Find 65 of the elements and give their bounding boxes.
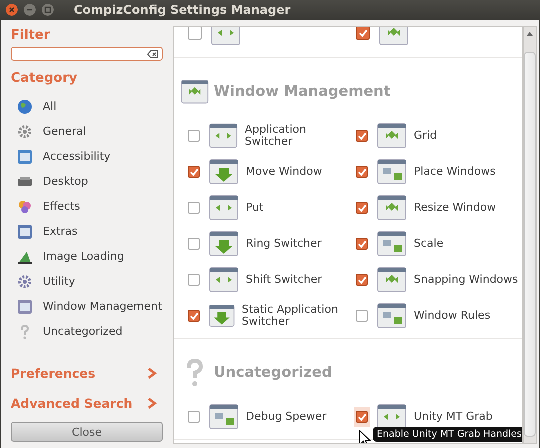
plugin-icon bbox=[378, 27, 410, 48]
close-button[interactable]: Close bbox=[11, 422, 163, 442]
checkbox[interactable] bbox=[356, 27, 370, 40]
chevron-icon bbox=[148, 398, 157, 408]
plugin-name: Resize Window bbox=[414, 202, 496, 214]
plugin-icon bbox=[376, 229, 408, 259]
scroll-up-icon[interactable] bbox=[526, 30, 534, 38]
plugin-name: Unity MT Grab bbox=[414, 411, 493, 423]
clear-icon[interactable] bbox=[147, 50, 159, 58]
category-item[interactable]: Uncategorized bbox=[11, 319, 163, 344]
minimize-icon[interactable] bbox=[24, 4, 36, 16]
plugin-name: Grid bbox=[414, 130, 438, 142]
category-icon bbox=[17, 148, 33, 164]
chevron-icon bbox=[148, 368, 157, 378]
plugin-icon bbox=[208, 265, 240, 295]
plugin-icon bbox=[208, 229, 240, 259]
plugin-name: Put bbox=[246, 202, 264, 214]
plugin-name: Scale bbox=[414, 238, 444, 250]
plugin-name: Debug Spewer bbox=[246, 411, 327, 423]
plugin-name: Place Windows bbox=[414, 166, 496, 178]
scroll-thumb[interactable] bbox=[524, 52, 536, 437]
category-item[interactable]: Desktop bbox=[11, 169, 163, 194]
plugin-icon bbox=[208, 402, 240, 432]
plugin-icon bbox=[376, 193, 408, 223]
category-icon bbox=[17, 298, 33, 314]
category-label: Category bbox=[11, 71, 78, 86]
plugin-name: Snapping Windows bbox=[414, 274, 518, 286]
category-item[interactable]: All bbox=[11, 94, 163, 119]
window-title: CompizConfig Settings Manager bbox=[74, 3, 291, 17]
maximize-icon[interactable] bbox=[42, 4, 54, 16]
scrollbar[interactable] bbox=[523, 26, 537, 444]
category-item[interactable]: Image Loading bbox=[11, 244, 163, 269]
plugin-name: Application Switcher bbox=[244, 124, 308, 148]
plugin-icon bbox=[210, 27, 242, 48]
plugin-icon bbox=[376, 265, 408, 295]
plugin-name: Static Application Switcher bbox=[242, 304, 340, 328]
filter-field[interactable] bbox=[11, 47, 163, 61]
tooltip: Enable Unity MT Grab Handles bbox=[373, 427, 522, 442]
category-item[interactable]: Extras bbox=[11, 219, 163, 244]
category-icon bbox=[17, 98, 33, 114]
plugin-icon bbox=[376, 301, 408, 331]
category-item[interactable]: Window Management bbox=[11, 294, 163, 319]
plugin-icon bbox=[208, 121, 239, 151]
plugin-icon bbox=[376, 121, 408, 151]
category-item[interactable]: General bbox=[11, 119, 163, 144]
category-icon bbox=[17, 224, 33, 240]
plugin-icon bbox=[376, 157, 408, 187]
plugin-name: Move Window bbox=[246, 166, 322, 178]
section-title: Window Management bbox=[214, 84, 391, 100]
category-item[interactable]: Effects bbox=[11, 194, 163, 219]
category-item[interactable]: Utility bbox=[11, 269, 163, 294]
category-icon bbox=[17, 274, 33, 290]
category-icon bbox=[17, 198, 33, 214]
plugin-name: Shift Switcher bbox=[246, 274, 322, 286]
checkbox[interactable] bbox=[188, 27, 202, 40]
plugin-icon bbox=[208, 157, 240, 187]
category-icon bbox=[17, 124, 33, 140]
category-item[interactable]: Accessibility bbox=[11, 144, 163, 169]
plugin-name: Ring Switcher bbox=[246, 238, 322, 250]
section-title: Uncategorized bbox=[214, 365, 332, 381]
plugin-icon bbox=[208, 193, 240, 223]
filter-label: Filter bbox=[11, 28, 52, 43]
plugin-name: Window Rules bbox=[414, 310, 491, 322]
close-window-icon[interactable] bbox=[6, 4, 18, 16]
checkbox[interactable] bbox=[354, 407, 370, 427]
